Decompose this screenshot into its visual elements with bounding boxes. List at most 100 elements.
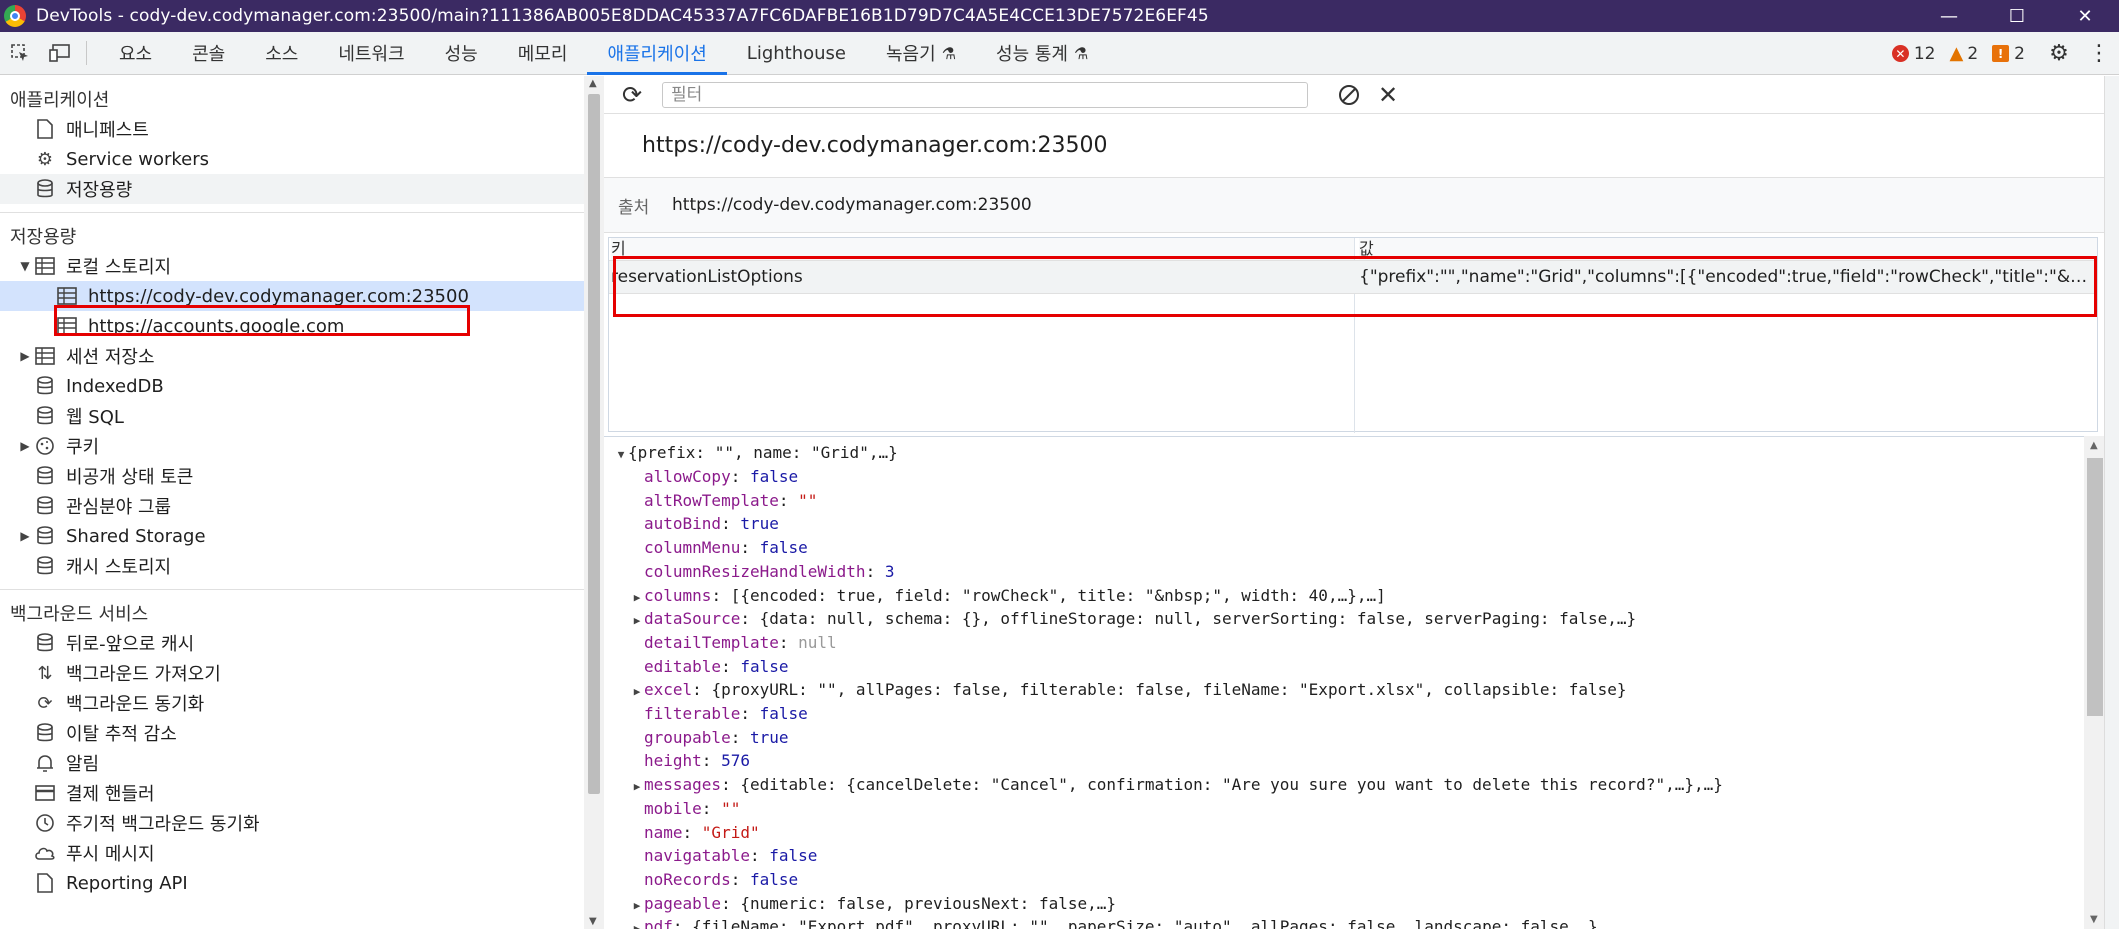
collapsed-triangle-icon[interactable]: ▶ [18, 439, 32, 453]
sidebar-item-background-sync[interactable]: ⟳ 백그라운드 동기화 [0, 688, 584, 718]
tree-property-row[interactable]: groupable: true [630, 726, 789, 750]
sidebar-item-periodic-background-sync[interactable]: 주기적 백그라운드 동기화 [0, 808, 584, 838]
tree-property-row[interactable]: ▶ dataSource: {data: null, schema: {}, of… [630, 607, 1637, 633]
storage-main-pane: ⟳ ✕ https://cody-dev.codymanager.com:235… [604, 76, 2119, 929]
tab-application[interactable]: 애플리케이션 [587, 32, 728, 75]
sidebar-item-local-storage-google[interactable]: https://accounts.google.com [0, 311, 584, 341]
sidebar-item-session-storage[interactable]: ▶ 세션 저장소 [0, 341, 584, 371]
issues-icon: ! [1992, 45, 2010, 62]
tree-property-row[interactable]: name: "Grid" [630, 821, 760, 845]
delete-selected-icon[interactable]: ✕ [1378, 81, 1398, 109]
tab-sources[interactable]: 소스 [245, 32, 318, 75]
sidebar-item-notifications[interactable]: 알림 [0, 748, 584, 778]
property-colon: : [778, 490, 799, 510]
minimize-button[interactable]: — [1915, 0, 1983, 32]
expanded-triangle-icon[interactable]: ▼ [18, 259, 32, 273]
sidebar-item-manifest[interactable]: 매니페스트 [0, 114, 584, 144]
filter-input[interactable] [662, 81, 1308, 108]
sidebar-item-bounce-tracking[interactable]: 이탈 추적 감소 [0, 718, 584, 748]
tree-property-row[interactable]: columnMenu: false [630, 536, 808, 560]
tree-property-row[interactable]: columnResizeHandleWidth: 3 [630, 560, 894, 584]
sidebar-item-web-sql[interactable]: 웹 SQL [0, 401, 584, 431]
sidebar-item-private-state-tokens[interactable]: 비공개 상태 토큰 [0, 461, 584, 491]
tree-property-row[interactable]: ▶ pdf: {fileName: "Export.pdf", proxyURL:… [630, 915, 1598, 929]
preview-scrollbar[interactable]: ▲ ▼ [2084, 436, 2106, 929]
tab-elements[interactable]: 요소 [99, 32, 172, 75]
table-row[interactable]: reservationListOptions {"prefix":"","nam… [609, 260, 2097, 294]
tab-console[interactable]: 콘솔 [172, 32, 245, 75]
tab-recorder[interactable]: 녹음기 ⚗ [866, 32, 976, 75]
sidebar-item-push-messaging[interactable]: 푸시 메시지 [0, 838, 584, 868]
tree-property-row[interactable]: ▶ columns: [{encoded: true, field: "rowCh… [630, 584, 1386, 608]
tree-property-row[interactable]: mobile: "" [630, 797, 740, 821]
tab-lighthouse[interactable]: Lighthouse [727, 32, 866, 75]
sidebar-item-reporting-api[interactable]: Reporting API [0, 868, 584, 898]
clear-all-icon[interactable] [1336, 82, 1362, 108]
scroll-down-arrow-icon[interactable]: ▼ [2090, 914, 2098, 925]
property-key: noRecords [644, 869, 731, 889]
collapsed-triangle-icon[interactable]: ▶ [630, 586, 644, 610]
tree-property-row[interactable]: ▶ messages: {editable: {cancelDelete: "Ca… [630, 773, 1723, 797]
scroll-down-arrow-icon[interactable]: ▼ [589, 916, 597, 927]
tree-property-row[interactable]: autoBind: true [630, 512, 779, 536]
tab-performance[interactable]: 성능 [425, 32, 498, 75]
sidebar-item-interest-groups[interactable]: 관심분야 그룹 [0, 491, 584, 521]
issues-count-badge[interactable]: ! 2 [1992, 44, 2025, 64]
collapsed-triangle-icon[interactable]: ▶ [630, 917, 644, 929]
sidebar-item-shared-storage[interactable]: ▶ Shared Storage [0, 521, 584, 551]
tree-property-row[interactable]: noRecords: false [630, 868, 798, 892]
more-options-icon[interactable]: ⋮ [2079, 32, 2119, 75]
sidebar-scroll-thumb[interactable] [588, 94, 600, 794]
scroll-up-arrow-icon[interactable]: ▲ [589, 78, 597, 89]
sidebar-item-local-storage[interactable]: ▼ 로컬 스토리지 [0, 251, 584, 281]
property-value: false [759, 704, 808, 723]
device-toolbar-icon[interactable] [40, 32, 80, 75]
collapsed-triangle-icon[interactable]: ▶ [18, 349, 32, 363]
tree-property-row[interactable]: filterable: false [630, 702, 808, 726]
collapsed-triangle-icon[interactable]: ▶ [630, 680, 644, 704]
preview-scroll-thumb[interactable] [2087, 458, 2103, 716]
tab-memory[interactable]: 메모리 [498, 32, 588, 75]
storage-toolbar: ⟳ ✕ [604, 76, 2119, 114]
sidebar-item-service-workers[interactable]: ⚙ Service workers [0, 144, 584, 174]
sidebar-item-cookies[interactable]: ▶ 쿠키 [0, 431, 584, 461]
collapsed-triangle-icon[interactable]: ▶ [630, 775, 644, 799]
column-header-value[interactable]: 값 [1359, 238, 2097, 260]
sidebar-item-indexeddb[interactable]: IndexedDB [0, 371, 584, 401]
row-value[interactable]: {"prefix":"","name":"Grid","columns":[{"… [1359, 267, 2091, 287]
sidebar-item-bfcache[interactable]: 뒤로-앞으로 캐시 [0, 628, 584, 658]
tree-property-row[interactable]: ▶ pageable: {numeric: false, previousNext… [630, 892, 1116, 916]
tree-property-row[interactable]: navigatable: false [630, 844, 817, 868]
settings-gear-icon[interactable]: ⚙ [2039, 32, 2079, 75]
sidebar-item-cache-storage[interactable]: 캐시 스토리지 [0, 551, 584, 581]
collapsed-triangle-icon[interactable]: ▶ [630, 609, 644, 633]
sidebar-item-storage[interactable]: 저장용량 [0, 174, 584, 204]
collapsed-triangle-icon[interactable]: ▶ [18, 529, 32, 543]
error-count-badge[interactable]: ✕ 12 [1891, 44, 1936, 64]
close-window-button[interactable]: ✕ [2051, 0, 2119, 32]
sidebar-item-background-fetch[interactable]: ⇅ 백그라운드 가져오기 [0, 658, 584, 688]
scroll-up-arrow-icon[interactable]: ▲ [2090, 440, 2098, 451]
sidebar-scrollbar[interactable]: ▲ ▼ [584, 76, 604, 929]
tree-property-row[interactable]: ▶ excel: {proxyURL: "", allPages: false, … [630, 678, 1627, 702]
tree-property-row[interactable]: editable: false [630, 655, 789, 679]
inspect-element-icon[interactable] [0, 32, 40, 75]
column-header-key[interactable]: 키 [611, 238, 1354, 260]
sidebar-item-label: IndexedDB [66, 375, 164, 397]
tree-property-row[interactable]: altRowTemplate: "" [630, 489, 817, 513]
expanded-triangle-icon[interactable]: ▼ [614, 443, 628, 467]
warning-count-badge[interactable]: ▲ 2 [1950, 43, 1979, 64]
tree-property-row[interactable]: detailTemplate: null [630, 631, 837, 655]
collapsed-triangle-icon[interactable]: ▶ [630, 894, 644, 918]
tab-recorder-label: 녹음기 [886, 44, 936, 65]
tree-property-row[interactable]: height: 576 [630, 749, 750, 773]
refresh-icon[interactable]: ⟳ [618, 81, 646, 109]
sidebar-item-local-storage-cody-dev[interactable]: https://cody-dev.codymanager.com:23500 [0, 281, 584, 311]
tree-root[interactable]: ▼ {prefix: "", name: "Grid",…} [614, 441, 898, 465]
tree-property-row[interactable]: allowCopy: false [630, 465, 798, 489]
tab-network[interactable]: 네트워크 [318, 32, 424, 75]
tab-performance-insights[interactable]: 성능 통계 ⚗ [976, 32, 1108, 75]
sidebar-item-payment-handler[interactable]: 결제 핸들러 [0, 778, 584, 808]
maximize-button[interactable]: ☐ [1983, 0, 2051, 32]
row-key[interactable]: reservationListOptions [611, 267, 803, 287]
